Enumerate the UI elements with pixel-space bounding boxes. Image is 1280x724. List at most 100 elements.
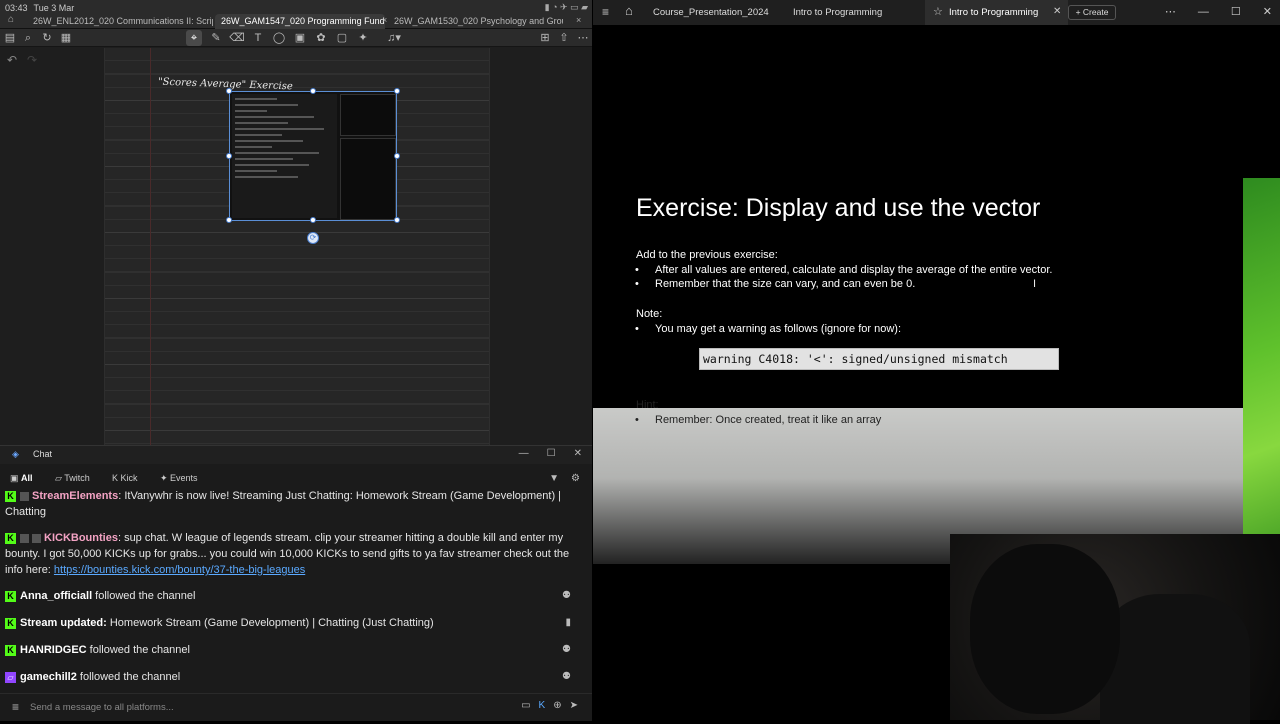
- close-tab-icon[interactable]: ×: [382, 15, 387, 25]
- maximize-icon[interactable]: ☐: [1231, 6, 1241, 18]
- image-tool-icon[interactable]: ▣: [292, 30, 308, 46]
- laser-pointer-icon[interactable]: ✦: [355, 30, 371, 46]
- kick-icon: K: [5, 590, 16, 602]
- tab-kick[interactable]: K Kick: [112, 473, 138, 483]
- filter-icon[interactable]: ▼: [549, 473, 559, 484]
- maximize-icon[interactable]: ☐: [547, 448, 556, 459]
- sticky-note-icon[interactable]: ▢: [334, 30, 350, 46]
- tab-all[interactable]: ▣ All: [10, 473, 33, 484]
- notes-tab-bar: 03:43 Tue 3 Mar ▮ ◔ ✈ ▭ ▰ ⌂ 26W_ENL2012_0…: [0, 0, 592, 29]
- create-button[interactable]: + Create: [1068, 5, 1116, 20]
- follow-icon: ⚉: [562, 644, 571, 655]
- chat-title-bar: ◈ Chat — ☐ ✕: [0, 446, 592, 464]
- hamburger-menu-icon[interactable]: ≡: [602, 5, 609, 19]
- send-icon[interactable]: ➤: [570, 700, 578, 711]
- presentation-tab-bar: ≡ ⌂ Course_Presentation_2024 Intro to Pr…: [593, 0, 1280, 25]
- text-tool-icon[interactable]: T: [250, 30, 266, 46]
- event-text: followed the channel: [76, 671, 181, 683]
- event-label: Stream updated:: [20, 617, 107, 629]
- page-margin-line: [150, 48, 151, 445]
- event-text: followed the channel: [92, 590, 196, 602]
- tab-psychology[interactable]: 26W_GAM1530_020 Psychology and Group Dyn…: [388, 14, 563, 29]
- chat-username[interactable]: StreamElements: [32, 490, 118, 502]
- settings-gear-icon[interactable]: ⚙: [571, 473, 580, 484]
- close-tab-icon[interactable]: ×: [576, 15, 581, 25]
- resize-handle[interactable]: [226, 153, 232, 159]
- resize-handle[interactable]: [226, 217, 232, 223]
- tab-intro-to-programming-active[interactable]: ☆ Intro to Programming ✕: [925, 0, 1068, 25]
- eraser-tool-icon[interactable]: ⌫: [229, 30, 245, 46]
- more-icon[interactable]: ⋯: [575, 30, 591, 46]
- resize-handle[interactable]: [394, 88, 400, 94]
- event-text: followed the channel: [86, 644, 190, 656]
- minimize-icon[interactable]: —: [1198, 6, 1209, 18]
- bullet-text: You may get a warning as follows (ignore…: [655, 323, 901, 335]
- pasted-code-screenshot[interactable]: [229, 91, 397, 221]
- chat-link[interactable]: https://bounties.kick.com/bounty/37-the-…: [54, 564, 305, 576]
- chat-message-input[interactable]: [30, 699, 490, 715]
- resize-handle[interactable]: [394, 217, 400, 223]
- tab-twitch[interactable]: ▱ Twitch: [55, 473, 90, 484]
- rotate-handle-icon[interactable]: ⟳: [307, 232, 319, 244]
- shape-tool-icon[interactable]: ◯: [271, 30, 287, 46]
- sticker-tool-icon[interactable]: ✿: [313, 30, 329, 46]
- search-icon[interactable]: ⌕: [20, 30, 36, 46]
- resize-handle[interactable]: [394, 153, 400, 159]
- bullet-text: Remember that the size can vary, and can…: [655, 278, 916, 290]
- pages-icon[interactable]: ▦: [58, 30, 74, 46]
- star-icon[interactable]: ☆: [933, 5, 943, 18]
- more-icon[interactable]: ⋯: [1165, 6, 1176, 18]
- pen-tool-icon[interactable]: ✎: [208, 30, 224, 46]
- bullet-text: After all values are entered, calculate …: [655, 264, 1053, 276]
- redo-icon[interactable]: ↷: [27, 53, 37, 67]
- sidebar-icon[interactable]: ▤: [2, 30, 18, 46]
- tab-intro-to-programming[interactable]: Intro to Programming: [793, 7, 882, 18]
- kick-send-icon[interactable]: K: [539, 700, 546, 711]
- emote-icon[interactable]: ▭: [521, 700, 530, 711]
- tab-events[interactable]: ✦ Events: [160, 473, 198, 484]
- chat-event: K HANRIDGEC followed the channel ⚉: [5, 642, 587, 658]
- tab-programming-fundamentals[interactable]: 26W_GAM1547_020 Programming Fundamentals…: [215, 14, 385, 29]
- slide-note-heading: Note:: [636, 308, 663, 320]
- tab-label: 26W_GAM1530_020 Psychology and Group Dyn…: [394, 16, 563, 26]
- refresh-icon[interactable]: ↻: [39, 30, 55, 46]
- minimize-icon[interactable]: —: [519, 448, 529, 459]
- slide-bullet: • Remember that the size can vary, and ca…: [635, 278, 916, 290]
- tab-scriptwriting[interactable]: 26W_ENL2012_020 Communications II: Scrip…: [27, 14, 213, 29]
- close-icon[interactable]: ✕: [574, 448, 582, 459]
- tab-label: 26W_GAM1547_020 Programming Fundamentals…: [221, 16, 385, 26]
- menu-icon[interactable]: ≡: [12, 700, 19, 714]
- resize-handle[interactable]: [310, 217, 316, 223]
- resize-handle[interactable]: [310, 88, 316, 94]
- tab-course-presentation[interactable]: Course_Presentation_2024: [653, 7, 769, 18]
- home-icon[interactable]: ⌂: [8, 14, 14, 25]
- chat-tools: ▼ ⚙: [537, 473, 580, 484]
- event-username[interactable]: gamechill2: [20, 671, 77, 683]
- console-output-thumbnail: [340, 138, 396, 220]
- event-username[interactable]: Anna_officiall: [20, 590, 92, 602]
- undo-icon[interactable]: ↶: [7, 53, 17, 67]
- lasso-tool-icon[interactable]: ⌖: [186, 30, 202, 46]
- slide-bullet: • You may get a warning as follows (ignor…: [635, 323, 901, 335]
- chat-username[interactable]: KICKBounties: [44, 532, 118, 544]
- webcam-overlay: [950, 534, 1280, 724]
- chat-app-icon: ◈: [12, 449, 19, 459]
- follow-icon: ⚉: [562, 590, 571, 601]
- chat-event: K Anna_officiall followed the channel ⚉: [5, 588, 587, 604]
- chat-input-buttons: ▭ K ⊕ ➤: [513, 700, 578, 711]
- chat-message: K StreamElements: ItVanywhr is now live! …: [5, 490, 587, 520]
- globe-icon[interactable]: ⊕: [553, 700, 561, 711]
- audio-record-icon[interactable]: ♫▾: [382, 30, 406, 46]
- event-username[interactable]: HANRIDGEC: [20, 644, 87, 656]
- add-page-icon[interactable]: ⊞: [537, 30, 553, 46]
- share-icon[interactable]: ⇧: [556, 30, 572, 46]
- home-icon[interactable]: ⌂: [625, 3, 633, 18]
- notes-toolbar: ▤ ⌕ ↻ ▦ ⌖ ✎ ⌫ T ◯ ▣ ✿ ▢ ✦ ♫▾ ⊞ ⇧ ⋯: [0, 29, 592, 47]
- resize-handle[interactable]: [226, 88, 232, 94]
- close-icon[interactable]: ✕: [1263, 6, 1272, 18]
- status-clock: 03:43 Tue 3 Mar: [5, 3, 80, 13]
- close-tab-icon[interactable]: ✕: [1053, 6, 1061, 17]
- events-icon: ✦: [160, 473, 171, 483]
- badge-icon: [20, 533, 29, 543]
- badge-icon: [20, 491, 29, 501]
